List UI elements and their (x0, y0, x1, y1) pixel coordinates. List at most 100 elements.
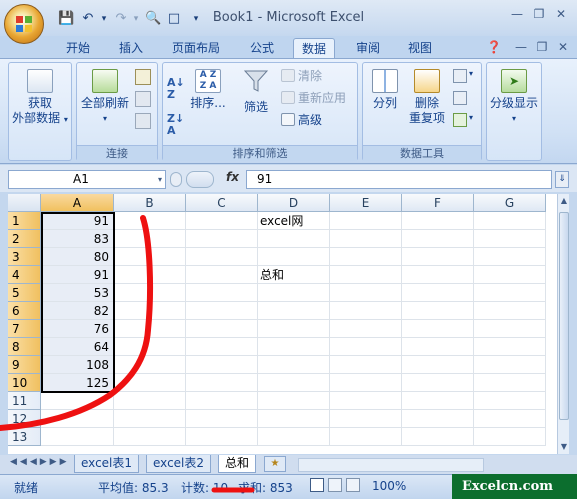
name-box-dropdown-icon[interactable]: ▾ (158, 171, 162, 188)
scroll-down-icon[interactable]: ▼ (559, 442, 569, 452)
connections-icon[interactable] (135, 69, 151, 85)
cell-e1[interactable] (330, 212, 402, 230)
column-header-c[interactable]: C (186, 194, 258, 212)
refresh-all-button[interactable]: 全部刷新 ▾ (79, 69, 131, 126)
cell-g10[interactable] (474, 374, 546, 392)
cell-g13[interactable] (474, 428, 546, 446)
cell-f2[interactable] (402, 230, 474, 248)
help-icon[interactable]: ❓ (485, 40, 503, 56)
cell-g3[interactable] (474, 248, 546, 266)
filter-button[interactable]: 筛选 (235, 69, 277, 115)
cell-b10[interactable] (114, 374, 186, 392)
cell-c2[interactable] (186, 230, 258, 248)
horizontal-scrollbar[interactable] (298, 458, 484, 472)
cell-a12[interactable] (41, 410, 114, 428)
reapply-button[interactable]: 重新应用 (281, 89, 346, 107)
cell-g7[interactable] (474, 320, 546, 338)
cell-g4[interactable] (474, 266, 546, 284)
cell-e10[interactable] (330, 374, 402, 392)
cell-e13[interactable] (330, 428, 402, 446)
outline-button[interactable]: ➤ 分级显示 ▾ (487, 69, 541, 126)
normal-view-icon[interactable] (310, 478, 324, 492)
properties-icon[interactable] (135, 91, 151, 107)
sort-za-icon[interactable]: Z↓ A (167, 113, 184, 137)
cell-e5[interactable] (330, 284, 402, 302)
cell-e4[interactable] (330, 266, 402, 284)
cell-g8[interactable] (474, 338, 546, 356)
cell-f3[interactable] (402, 248, 474, 266)
cell-d8[interactable] (258, 338, 330, 356)
tab-formulas[interactable]: 公式 (242, 38, 282, 59)
row-header-3[interactable]: 3 (8, 248, 41, 266)
column-header-d[interactable]: D (258, 194, 330, 212)
cell-f5[interactable] (402, 284, 474, 302)
cell-a9[interactable]: 108 (41, 356, 114, 374)
cell-f1[interactable] (402, 212, 474, 230)
cell-d12[interactable] (258, 410, 330, 428)
cell-d6[interactable] (258, 302, 330, 320)
sort-az-icon[interactable]: A↓ Z (167, 77, 185, 101)
cell-b3[interactable] (114, 248, 186, 266)
cell-e8[interactable] (330, 338, 402, 356)
cell-b5[interactable] (114, 284, 186, 302)
sheet-nav-icons[interactable]: ◀◀◀▶▶▶ (10, 457, 70, 467)
cell-d10[interactable] (258, 374, 330, 392)
sheet-tab-1[interactable]: excel表1 (74, 455, 140, 473)
fill-handle[interactable] (111, 389, 117, 395)
cell-a3[interactable]: 80 (41, 248, 114, 266)
cell-g12[interactable] (474, 410, 546, 428)
remove-duplicates-button[interactable]: 删除 重复项 (405, 69, 449, 126)
cell-c13[interactable] (186, 428, 258, 446)
tab-insert[interactable]: 插入 (111, 38, 151, 59)
cell-f4[interactable] (402, 266, 474, 284)
what-if-icon[interactable] (453, 113, 467, 127)
page-layout-view-icon[interactable] (328, 478, 342, 492)
cell-b11[interactable] (114, 392, 186, 410)
row-header-9[interactable]: 9 (8, 356, 41, 374)
restore-button[interactable]: ❐ (530, 7, 548, 23)
row-header-11[interactable]: 11 (8, 392, 41, 410)
name-box[interactable]: A1 ▾ (8, 170, 166, 189)
column-header-e[interactable]: E (330, 194, 402, 212)
cell-b2[interactable] (114, 230, 186, 248)
row-header-1[interactable]: 1 (8, 212, 41, 230)
tab-data[interactable]: 数据 (293, 38, 336, 59)
cell-f10[interactable] (402, 374, 474, 392)
validation-dropdown-icon[interactable]: ▾ (469, 69, 473, 78)
edit-links-icon[interactable] (135, 113, 151, 129)
cell-a5[interactable]: 53 (41, 284, 114, 302)
ribbon-restore-button[interactable]: ❐ (533, 40, 551, 56)
cell-c7[interactable] (186, 320, 258, 338)
cell-c11[interactable] (186, 392, 258, 410)
office-button[interactable] (4, 4, 44, 44)
advanced-button[interactable]: 高级 (281, 111, 322, 129)
sheet-tab-3[interactable]: 总和 (218, 455, 257, 473)
cell-f13[interactable] (402, 428, 474, 446)
cell-a6[interactable]: 82 (41, 302, 114, 320)
cell-c1[interactable] (186, 212, 258, 230)
cell-b7[interactable] (114, 320, 186, 338)
row-header-5[interactable]: 5 (8, 284, 41, 302)
ribbon-close-button[interactable]: ✕ (554, 40, 572, 56)
cell-a2[interactable]: 83 (41, 230, 114, 248)
scroll-up-icon[interactable]: ▲ (559, 196, 569, 206)
row-header-8[interactable]: 8 (8, 338, 41, 356)
cell-f11[interactable] (402, 392, 474, 410)
cell-b1[interactable] (114, 212, 186, 230)
cell-d13[interactable] (258, 428, 330, 446)
tab-page-layout[interactable]: 页面布局 (164, 38, 228, 59)
what-if-dropdown-icon[interactable]: ▾ (469, 113, 473, 122)
cell-c4[interactable] (186, 266, 258, 284)
data-validation-icon[interactable] (453, 69, 467, 83)
cell-e7[interactable] (330, 320, 402, 338)
insert-function-icon[interactable]: fx (226, 170, 239, 184)
cell-b4[interactable] (114, 266, 186, 284)
cell-g2[interactable] (474, 230, 546, 248)
page-break-view-icon[interactable] (346, 478, 360, 492)
row-header-2[interactable]: 2 (8, 230, 41, 248)
cell-c5[interactable] (186, 284, 258, 302)
vertical-scrollbar[interactable]: ▲ ▼ (557, 194, 569, 454)
row-header-13[interactable]: 13 (8, 428, 41, 446)
cell-b12[interactable] (114, 410, 186, 428)
cell-b13[interactable] (114, 428, 186, 446)
